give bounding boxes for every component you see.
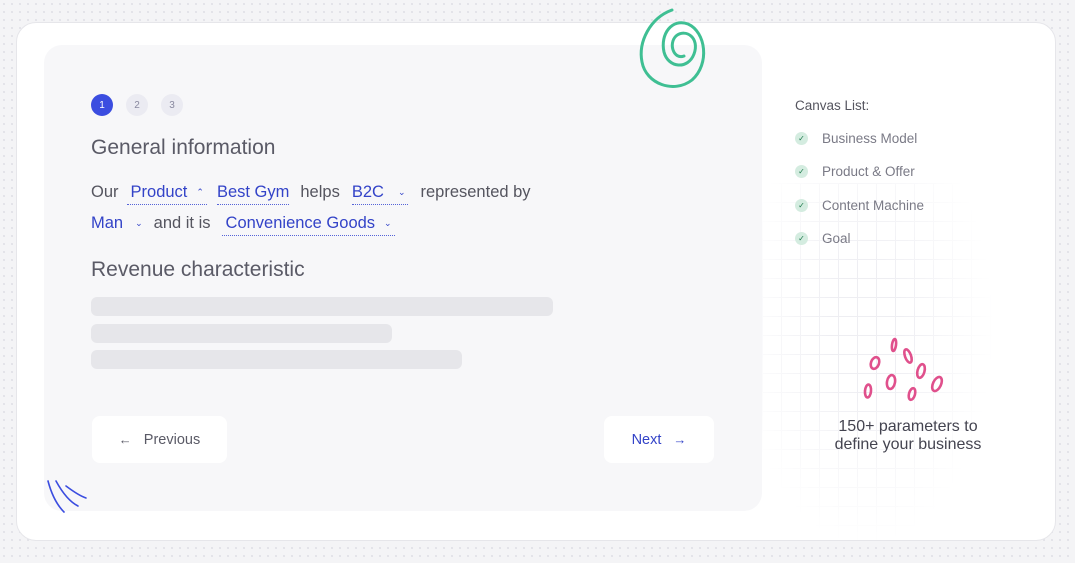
arrow-right-icon: → — [673, 432, 687, 447]
pink-dots-icon — [863, 337, 944, 402]
chevron-up-icon: ⌃ — [196, 187, 204, 197]
next-button[interactable]: Next → — [604, 416, 714, 463]
chevron-down-icon: ⌄ — [384, 218, 392, 228]
check-icon: ✓ — [795, 232, 808, 245]
skeleton-line — [91, 350, 462, 369]
canvas-item-label: Product & Offer — [822, 164, 915, 179]
general-sentence-line-2: Man ⌄ and it is Convenience Goods ⌄ — [91, 214, 395, 236]
goods-type-value: Convenience Goods — [225, 214, 376, 232]
canvas-item-product-offer[interactable]: ✓ Product & Offer — [795, 164, 915, 179]
skeleton-line — [91, 324, 392, 343]
general-information-heading: General information — [91, 136, 276, 159]
previous-button[interactable]: ← Previous — [92, 416, 227, 463]
text-represented-by: represented by — [420, 183, 531, 201]
canvas-item-label: Goal — [822, 231, 851, 246]
revenue-heading: Revenue characteristic — [91, 258, 305, 281]
product-value: Product — [130, 183, 188, 201]
business-value: Best Gym — [216, 183, 290, 201]
step-2[interactable]: 2 — [126, 94, 148, 116]
canvas-item-content-machine[interactable]: ✓ Content Machine — [795, 198, 924, 213]
business-dropdown[interactable]: Best Gym — [216, 183, 290, 205]
next-label: Next — [631, 431, 662, 448]
green-scribble-icon — [639, 8, 706, 88]
market-value: B2C — [351, 183, 384, 201]
chevron-down-icon: ⌄ — [135, 218, 143, 228]
check-icon: ✓ — [795, 132, 808, 145]
promo-line-2: define your business — [834, 436, 982, 453]
canvas-list-title: Canvas List: — [795, 98, 870, 113]
arrow-left-icon: ← — [118, 432, 132, 447]
step-3[interactable]: 3 — [161, 94, 183, 116]
step-1[interactable]: 1 — [91, 94, 113, 116]
general-sentence-line-1: Our Product ⌃ Best Gym helps B2C ⌄ repre… — [91, 183, 531, 205]
previous-label: Previous — [143, 431, 201, 448]
product-dropdown[interactable]: Product ⌃ — [126, 183, 207, 205]
skeleton-line — [91, 297, 553, 316]
check-icon: ✓ — [795, 165, 808, 178]
market-dropdown[interactable]: B2C ⌄ — [351, 183, 409, 205]
blue-lines-icon — [47, 480, 87, 513]
canvas-item-business-model[interactable]: ✓ Business Model — [795, 131, 917, 146]
step-indicator: 1 2 3 — [91, 94, 183, 116]
text-and-it-is: and it is — [153, 214, 211, 232]
canvas-item-goal[interactable]: ✓ Goal — [795, 231, 851, 246]
canvas-item-label: Business Model — [822, 131, 918, 146]
persona-value: Man — [91, 214, 124, 232]
text-our: Our — [91, 183, 119, 201]
parameters-promo: 150+ parameters to define your business — [808, 418, 1008, 454]
persona-dropdown[interactable]: Man ⌄ — [91, 214, 146, 236]
text-helps: helps — [300, 183, 340, 201]
promo-line-1: 150+ parameters to — [838, 418, 978, 435]
goods-type-dropdown[interactable]: Convenience Goods ⌄ — [221, 214, 395, 236]
canvas-item-label: Content Machine — [822, 198, 925, 213]
chevron-down-icon: ⌄ — [397, 187, 406, 197]
check-icon: ✓ — [795, 199, 808, 212]
